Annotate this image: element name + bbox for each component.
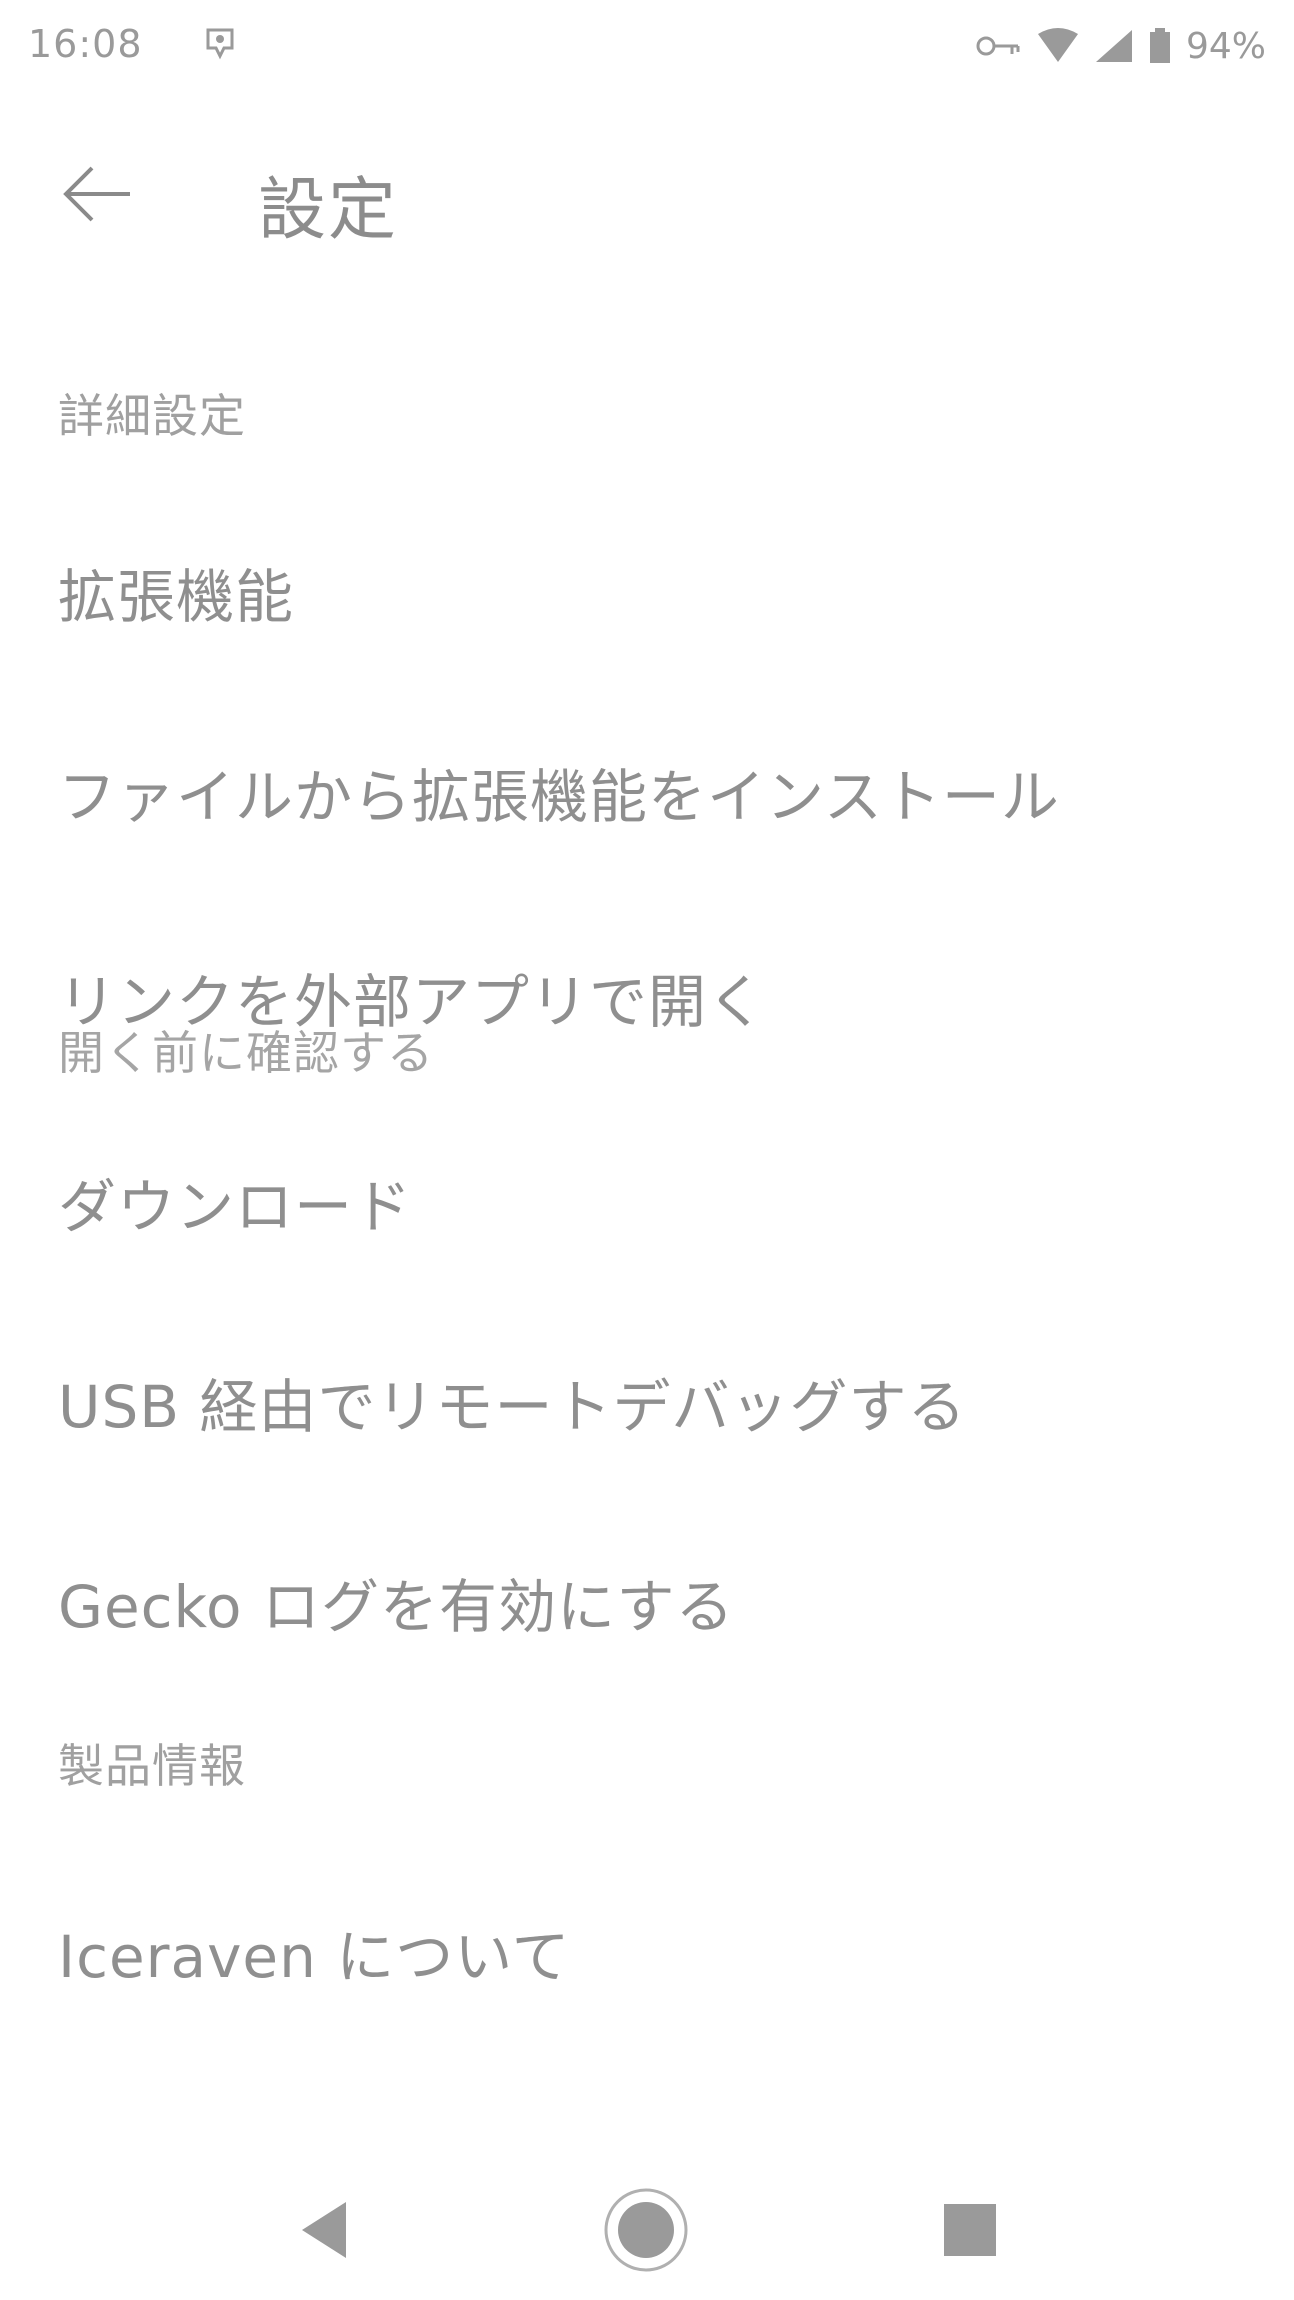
notification-icon	[200, 24, 240, 64]
pref-title: 拡張機能	[58, 563, 295, 631]
app-bar: 設定	[0, 120, 1294, 270]
nav-back-button[interactable]	[280, 2180, 380, 2280]
status-bar: 16:08 94%	[0, 0, 1294, 96]
status-time: 16:08	[28, 22, 143, 66]
pref-downloads[interactable]: ダウンロード	[0, 1110, 1294, 1250]
arrow-left-icon	[63, 166, 130, 222]
back-button[interactable]	[48, 144, 148, 244]
home-circle-icon	[604, 2188, 688, 2272]
nav-home-button[interactable]	[596, 2180, 696, 2280]
nav-recents-button[interactable]	[920, 2180, 1020, 2280]
pref-summary: 開く前に確認する	[58, 1026, 434, 1080]
category-header-advanced: 詳細設定	[58, 389, 246, 443]
pref-extensions[interactable]: 拡張機能	[0, 500, 1294, 640]
recents-square-icon	[944, 2204, 996, 2256]
page-title: 設定	[258, 171, 399, 250]
back-triangle-icon	[302, 2202, 346, 2258]
pref-open-links-in-external-app[interactable]: リンクを外部アプリで開く 開く前に確認する	[0, 905, 1294, 1080]
pref-about-iceraven[interactable]: Iceraven について	[0, 1860, 1294, 2000]
pref-title: Gecko ログを有効にする	[58, 1573, 735, 1641]
status-icons: 94%	[974, 22, 1266, 70]
pref-title: ファイルから拡張機能をインストール	[58, 763, 1060, 831]
pref-enable-gecko-logs[interactable]: Gecko ログを有効にする	[0, 1510, 1294, 1650]
pref-remote-debugging-usb[interactable]: USB 経由でリモートデバッグする	[0, 1310, 1294, 1450]
pref-title: USB 経由でリモートデバッグする	[58, 1373, 967, 1441]
category-header-about: 製品情報	[58, 1739, 246, 1793]
pref-install-extension-from-file[interactable]: ファイルから拡張機能をインストール	[0, 700, 1294, 840]
pref-title: Iceraven について	[58, 1923, 571, 1991]
pref-title: ダウンロード	[58, 1173, 413, 1241]
wifi-icon	[1036, 28, 1080, 64]
system-nav-bar	[0, 2150, 1294, 2300]
signal-icon	[1094, 28, 1134, 64]
key-icon	[974, 32, 1022, 60]
battery-percent: 94%	[1185, 25, 1266, 67]
battery-icon	[1148, 28, 1172, 64]
